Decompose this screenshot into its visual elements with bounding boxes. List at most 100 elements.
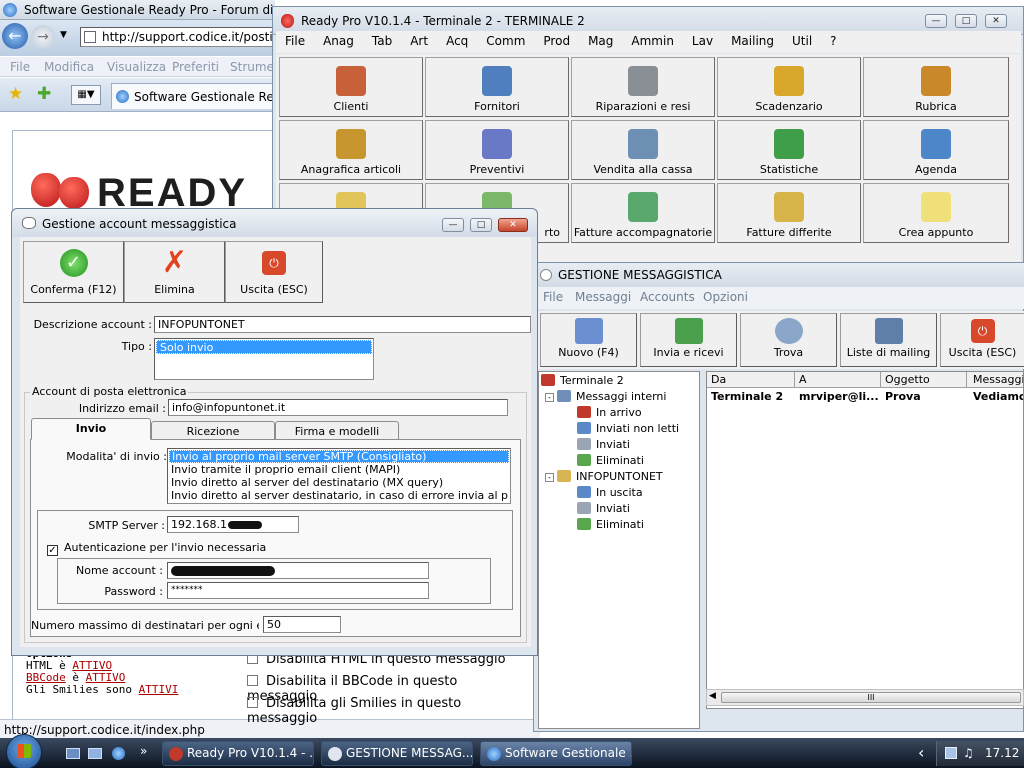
- menu-anag[interactable]: Anag: [314, 31, 363, 51]
- password-input[interactable]: *******: [167, 582, 429, 599]
- disable-smilies-row[interactable]: Disabilita gli Smilies in questo messagg…: [247, 696, 530, 726]
- menu-visualizza[interactable]: Visualizza: [107, 60, 166, 74]
- address-bar[interactable]: http://support.codice.it/postin: [80, 27, 275, 47]
- uscita-button[interactable]: ⏻ Uscita (ESC): [940, 313, 1024, 367]
- add-favorite-icon[interactable]: ✚: [37, 84, 51, 104]
- back-button[interactable]: ←: [2, 23, 28, 49]
- menu-tab[interactable]: Tab: [363, 31, 401, 51]
- collapse-icon[interactable]: -: [545, 473, 554, 482]
- trova-button[interactable]: Trova: [740, 313, 837, 367]
- tree-inviati[interactable]: Inviati: [577, 438, 630, 452]
- col-a[interactable]: A: [795, 372, 881, 388]
- clock[interactable]: 17.12: [985, 746, 1019, 760]
- table-row[interactable]: Terminale 2 mrviper@li... Prova Vediamo: [707, 389, 1023, 404]
- menu-comm[interactable]: Comm: [477, 31, 534, 51]
- close-button[interactable]: ✕: [985, 14, 1007, 28]
- tree-eliminati[interactable]: Eliminati: [577, 454, 644, 468]
- tile-scadenzario[interactable]: Scadenzario: [717, 57, 861, 117]
- scroll-left-icon[interactable]: ◀: [709, 691, 716, 701]
- col-da[interactable]: Da: [707, 372, 795, 388]
- tipo-listbox[interactable]: Solo invio: [154, 338, 374, 380]
- menu-acq[interactable]: Acq: [437, 31, 477, 51]
- network-icon[interactable]: [945, 747, 957, 759]
- auth-checkbox[interactable]: ✓: [47, 545, 58, 556]
- minimize-button[interactable]: —: [442, 218, 464, 232]
- modalita-option-mx[interactable]: Invio diretto al server del destinatario…: [169, 476, 509, 489]
- quicklaunch-more-icon[interactable]: »: [140, 744, 147, 758]
- tile-fatture-accompagnatorie[interactable]: Fatture accompagnatorie: [571, 183, 715, 243]
- checkbox[interactable]: [247, 697, 258, 708]
- menu-preferiti[interactable]: Preferiti: [172, 60, 219, 74]
- invia-ricevi-button[interactable]: Invia e ricevi: [640, 313, 737, 367]
- menu-mailing[interactable]: Mailing: [722, 31, 783, 51]
- menu-accounts[interactable]: Accounts: [640, 290, 695, 304]
- minimize-button[interactable]: —: [925, 14, 947, 28]
- tree-infopuntonet[interactable]: - INFOPUNTONET: [545, 470, 663, 484]
- descrizione-input[interactable]: INFOPUNTONET: [154, 316, 531, 333]
- tile-preventivi[interactable]: Preventivi: [425, 120, 569, 180]
- forward-button[interactable]: →: [31, 25, 55, 49]
- ie-quicklaunch-icon[interactable]: [112, 747, 125, 760]
- browser-tab[interactable]: Software Gestionale Re...: [111, 83, 285, 109]
- tree-in-uscita[interactable]: In uscita: [577, 486, 643, 500]
- col-messaggio[interactable]: Messaggi: [967, 372, 1023, 388]
- collapse-icon[interactable]: -: [545, 393, 554, 402]
- email-input[interactable]: info@infopuntonet.it: [168, 399, 508, 416]
- tile-riparazioni[interactable]: Riparazioni e resi: [571, 57, 715, 117]
- favorites-star-icon[interactable]: ★: [8, 84, 23, 104]
- tray-expand-icon[interactable]: ‹: [918, 743, 924, 762]
- modalita-option-smtp[interactable]: Invio al proprio mail server SMTP (Consi…: [169, 450, 509, 463]
- auth-checkbox-row[interactable]: ✓ Autenticazione per l'invio necessaria: [47, 541, 266, 556]
- menu-lav[interactable]: Lav: [683, 31, 722, 51]
- volume-icon[interactable]: ♫: [963, 746, 974, 760]
- menu-prod[interactable]: Prod: [534, 31, 579, 51]
- tile-statistiche[interactable]: Statistiche: [717, 120, 861, 180]
- checkbox[interactable]: [247, 675, 258, 686]
- maximize-button[interactable]: □: [470, 218, 492, 232]
- tree-eliminati-2[interactable]: Eliminati: [577, 518, 644, 532]
- tile-vendita-cassa[interactable]: Vendita alla cassa: [571, 120, 715, 180]
- menu-strumenti[interactable]: Strume: [230, 60, 274, 74]
- quick-tabs-icon[interactable]: ▦▼: [71, 85, 101, 105]
- task-gestione-messaggistica[interactable]: GESTIONE MESSAG...: [321, 741, 473, 766]
- switch-windows-icon[interactable]: [88, 748, 102, 759]
- modalita-option-mx-fallback[interactable]: Invio diretto al server destinatario, in…: [169, 489, 509, 502]
- nome-account-input[interactable]: [167, 562, 429, 579]
- tab-invio[interactable]: Invio: [31, 418, 151, 440]
- tile-anagrafica-articoli[interactable]: Anagrafica articoli: [279, 120, 423, 180]
- show-desktop-icon[interactable]: [66, 748, 80, 759]
- menu-ammin[interactable]: Ammin: [622, 31, 683, 51]
- task-readypro[interactable]: Ready Pro V10.1.4 - ...: [162, 741, 314, 766]
- menu-modifica[interactable]: Modifica: [44, 60, 94, 74]
- tree-inviati-2[interactable]: Inviati: [577, 502, 630, 516]
- tree-inviati-non-letti[interactable]: Inviati non letti: [577, 422, 679, 436]
- tipo-selected-option[interactable]: Solo invio: [156, 340, 372, 354]
- tile-fatture-differite[interactable]: Fatture differite: [717, 183, 861, 243]
- tree-terminale[interactable]: Terminale 2: [541, 374, 624, 388]
- col-oggetto[interactable]: Oggetto: [881, 372, 967, 388]
- smtp-input[interactable]: 192.168.1: [167, 516, 299, 533]
- tile-clienti[interactable]: Clienti: [279, 57, 423, 117]
- menu-art[interactable]: Art: [401, 31, 437, 51]
- tab-firma-modelli[interactable]: Firma e modelli: [275, 421, 399, 441]
- menu-messaggi[interactable]: Messaggi: [575, 290, 631, 304]
- nuovo-button[interactable]: Nuovo (F4): [540, 313, 637, 367]
- confirm-button[interactable]: ✓ Conferma (F12): [23, 241, 124, 303]
- scroll-thumb[interactable]: III: [721, 692, 1021, 703]
- maximize-button[interactable]: □: [955, 14, 977, 28]
- modalita-option-mapi[interactable]: Invio tramite il proprio email client (M…: [169, 463, 509, 476]
- delete-button[interactable]: ✗ Elimina: [124, 241, 225, 303]
- modalita-listbox[interactable]: Invio al proprio mail server SMTP (Consi…: [167, 448, 511, 504]
- tile-rubrica[interactable]: Rubrica: [863, 57, 1009, 117]
- liste-mailing-button[interactable]: Liste di mailing: [840, 313, 937, 367]
- tree-messaggi-interni[interactable]: - Messaggi interni: [545, 390, 666, 404]
- tile-crea-appunto[interactable]: Crea appunto: [863, 183, 1009, 243]
- close-button[interactable]: ✕: [498, 218, 528, 232]
- menu-help[interactable]: ?: [821, 31, 845, 51]
- menu-file[interactable]: File: [10, 60, 30, 74]
- horizontal-scrollbar[interactable]: ◀ III: [706, 689, 1024, 706]
- menu-mag[interactable]: Mag: [579, 31, 622, 51]
- menu-util[interactable]: Util: [783, 31, 821, 51]
- tile-fornitori[interactable]: Fornitori: [425, 57, 569, 117]
- task-browser[interactable]: Software Gestionale ...: [480, 741, 632, 766]
